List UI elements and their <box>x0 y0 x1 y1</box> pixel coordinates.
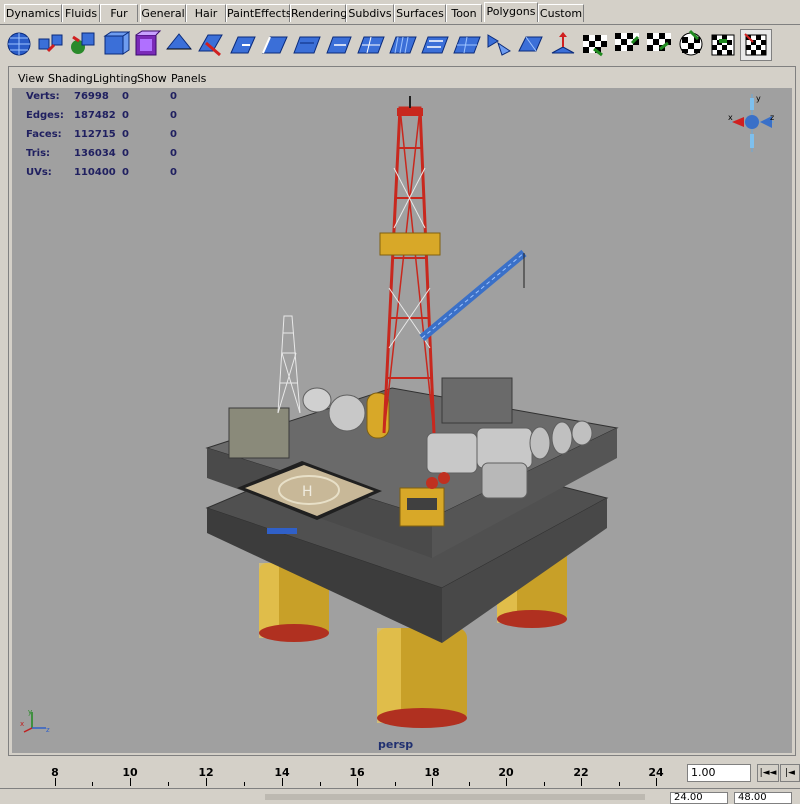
tab-rendering[interactable]: Rendering <box>290 4 347 22</box>
planar-map-icon[interactable] <box>644 29 674 59</box>
booleans-icon[interactable] <box>164 29 194 59</box>
playback-end-field[interactable]: 24.00 <box>670 792 728 804</box>
pontoon-front <box>377 628 467 728</box>
small-derrick <box>277 315 301 414</box>
helipad-marker: H <box>302 484 313 500</box>
tab-surfaces[interactable]: Surfaces <box>394 4 446 22</box>
smooth-icon[interactable] <box>132 29 162 59</box>
tab-custom[interactable]: Custom <box>538 4 584 22</box>
merge-vertices-icon[interactable] <box>516 29 546 59</box>
main-derrick <box>379 96 441 434</box>
tab-fluids[interactable]: Fluids <box>62 4 100 22</box>
perspective-viewport[interactable]: Verts: 76998 0 0 Edges: 187482 0 0 Faces… <box>12 88 792 753</box>
tab-dynamics[interactable]: Dynamics <box>4 4 62 22</box>
combine-icon[interactable] <box>36 29 66 59</box>
animation-end-field[interactable]: 48.00 <box>734 792 792 804</box>
insert-edge-loop-icon[interactable] <box>388 29 418 59</box>
uv-texture-editor-icon[interactable] <box>740 29 772 61</box>
append-polygon-icon[interactable] <box>324 29 354 59</box>
automatic-map-icon[interactable] <box>676 29 706 59</box>
time-slider[interactable]: 8 10 12 14 16 18 20 22 24 <box>0 758 680 786</box>
polygon-sphere-icon[interactable] <box>4 29 34 59</box>
svg-text:x: x <box>20 720 24 728</box>
split-polygon-icon[interactable] <box>356 29 386 59</box>
menu-shading[interactable]: Shading <box>48 72 93 85</box>
svg-text:y: y <box>28 708 32 716</box>
menu-view[interactable]: View <box>18 72 44 85</box>
go-to-start-button[interactable]: |◄◄ <box>757 764 779 782</box>
wedge-face-icon[interactable] <box>580 29 610 59</box>
camera-label: persp <box>378 738 414 751</box>
extrude-face-icon[interactable] <box>228 29 258 59</box>
tab-subdivs[interactable]: Subdivs <box>346 4 394 22</box>
mirror-icon[interactable] <box>196 29 226 59</box>
polygons-shelf: ap <box>0 24 800 79</box>
menu-panels[interactable]: Panels <box>171 72 206 85</box>
sculpt-geometry-icon[interactable] <box>612 29 642 59</box>
axis-indicator-icon: y z x <box>20 708 50 734</box>
shelf-tab-bar: Dynamics Fluids Fur General Hair PaintEf… <box>0 0 800 24</box>
oil-rig-model[interactable]: H <box>12 88 792 753</box>
range-slider-bar[interactable] <box>265 794 645 800</box>
tab-toon[interactable]: Toon <box>446 4 482 22</box>
extract-icon[interactable] <box>100 29 130 59</box>
poke-face-icon[interactable] <box>548 29 578 59</box>
tab-hair[interactable]: Hair <box>186 4 226 22</box>
separate-icon[interactable] <box>68 29 98 59</box>
svg-text:z: z <box>46 726 50 734</box>
tab-general[interactable]: General <box>140 4 186 22</box>
menu-lighting[interactable]: Lighting <box>93 72 137 85</box>
collapse-icon[interactable] <box>484 29 514 59</box>
crane <box>419 249 527 342</box>
current-frame-field[interactable]: 1.00 <box>687 764 751 782</box>
bridge-icon[interactable] <box>292 29 322 59</box>
tab-polygons[interactable]: Polygons <box>484 2 538 22</box>
tab-painteffects[interactable]: PaintEffects <box>226 4 292 22</box>
cylindrical-map-icon[interactable] <box>708 29 738 59</box>
offset-edge-icon[interactable] <box>420 29 450 59</box>
tab-fur[interactable]: Fur <box>100 4 138 22</box>
panel-menubar: View Shading Lighting Show Panels <box>12 70 792 88</box>
extrude-edge-icon[interactable] <box>260 29 290 59</box>
menu-show[interactable]: Show <box>137 72 167 85</box>
subdivide-icon[interactable] <box>452 29 482 59</box>
step-back-button[interactable]: |◄ <box>780 764 800 782</box>
